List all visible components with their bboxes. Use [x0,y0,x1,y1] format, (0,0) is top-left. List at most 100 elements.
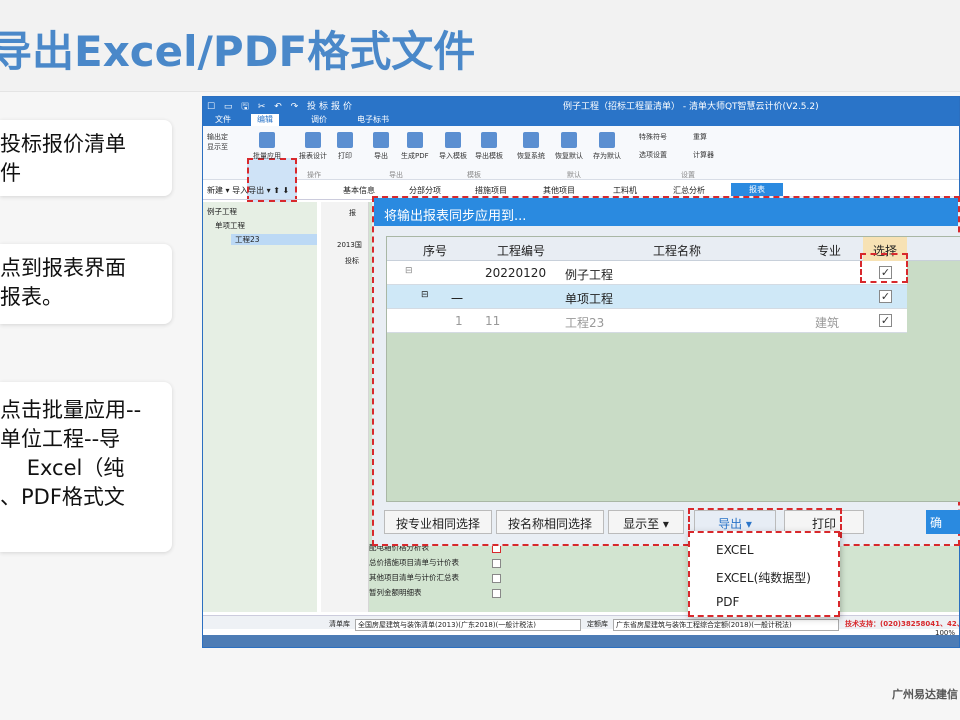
cell-name: 单项工程 [565,292,614,306]
report-design-icon [305,132,321,148]
menu-adjust[interactable]: 调价 [305,114,333,126]
watermark: 广州易达建信 [892,688,958,701]
report-tree-strip: 报 2013国 投标 [321,202,369,612]
col-name: 工程名称 [653,244,702,258]
table-row[interactable]: ⊟ 一 单项工程 ✓ [387,285,907,309]
report-row[interactable]: 其他项目清单与计价汇总表 [369,572,519,587]
ribbon-group-label: 操作 [307,171,321,179]
tab-basic-info[interactable]: 基本信息 [343,185,375,196]
qingdan-select[interactable]: 全国房屋建筑与装饰清单(2013)(广东2018)(一般计税法) [355,619,581,631]
export-ribbon-button[interactable]: 导出 [373,132,389,161]
qingdan-label: 清单库 [329,620,350,628]
tree-item-project[interactable]: 例子工程 [207,206,237,217]
menu-edit[interactable]: 编辑 [251,114,279,126]
tab-reports[interactable]: 报表 [731,183,783,196]
dialog-title: 将输出报表同步应用到... [374,198,958,226]
col-seq: 序号 [423,244,448,258]
project-tree: 例子工程 单项工程 工程23 [203,202,317,612]
window-title: 例子工程（招标工程量清单） - 清单大师QT智慧云计价(V2.5.2) [563,102,819,112]
report-design-button[interactable]: 报表设计 [299,132,327,161]
menu-file[interactable]: 文件 [209,114,237,126]
report-tree-bid[interactable]: 投标 [345,256,359,266]
ribbon-group-label: 默认 [567,171,581,179]
dinge-select[interactable]: 广东省房屋建筑与装饰工程综合定额(2018)(一般计税法) [613,619,839,631]
restore-default-button[interactable]: 恢复默认 [555,132,583,161]
confirm-button[interactable]: 确 [926,510,960,534]
instruction-card-3: 点击批量应用-- 单位工程--导 Excel（纯 、PDF格式文 [0,382,172,552]
ribbon-group-label: 导出 [389,171,403,179]
export-menu-excel-data[interactable]: EXCEL(纯数据型) [716,569,811,586]
show-to-dropdown[interactable]: 显示至 ▾ [608,510,684,534]
pdf-icon [406,132,423,148]
sync-apply-dialog: 将输出报表同步应用到... 序号 工程编号 工程名称 专业 选择 ⊟ 20220… [372,196,960,546]
calculator-button[interactable]: 计算器 [693,150,714,160]
status-bar: 清单库 全国房屋建筑与装饰清单(2013)(广东2018)(一般计税法) 定额库… [203,615,959,631]
tab-divisional-items[interactable]: 分部分项 [409,185,441,196]
restore-system-icon [523,132,539,148]
report-row[interactable]: 暂列金额明细表 [369,587,519,602]
cell-seq: 一 [451,292,464,306]
card-line: 点击批量应用-- [0,398,142,422]
menu-bar: 文件 编辑 调价 电子标书 [203,113,959,126]
table-row[interactable]: ⊟ 20220120 例子工程 ✓ [387,261,907,285]
row-checkbox[interactable]: ✓ [879,290,892,303]
restore-system-button[interactable]: 恢复系统 [517,132,545,161]
slide-header: 导出Excel/PDF格式文件 [0,0,960,92]
recalc-button[interactable]: 重算 [693,132,707,142]
taskbar [203,635,959,647]
import-template-icon [445,132,461,148]
report-checkbox[interactable] [492,559,501,568]
output-setting-button[interactable]: 输出定 显示至 [207,132,228,152]
ribbon-group-label: 设置 [681,171,695,179]
batch-apply-button[interactable]: 批量应用 [253,132,281,161]
card-line: 点到报表界面 [0,256,126,280]
card-line: 、PDF格式文 [0,485,125,509]
select-by-major-button[interactable]: 按专业相同选择 [384,510,492,534]
instruction-card-2: 点到报表界面 报表。 [0,244,172,324]
row-checkbox[interactable]: ✓ [879,314,892,327]
cell-seq: 1 [455,314,463,328]
report-row[interactable]: 总价措施项目清单与计价表 [369,557,519,572]
report-tree-root[interactable]: 2013国 [337,240,362,250]
export-menu-pdf[interactable]: PDF [716,595,739,609]
generate-pdf-button[interactable]: 生成PDF [401,132,429,161]
select-column-highlight [860,253,908,283]
slide-title: 导出Excel/PDF格式文件 [0,27,476,76]
report-list: 配电箱价格分析表 总价措施项目清单与计价表 其他项目清单与计价汇总表 暂列金额明… [369,542,519,602]
export-template-icon [481,132,497,148]
instruction-card-1: 投标报价清单 件 [0,120,172,196]
app-titlebar: ☐ ▭ 🖫 ✂ ↶ ↷ 投标报价 例子工程（招标工程量清单） - 清单大师QT智… [203,97,959,113]
tree-item-unit[interactable]: 工程23 [231,234,317,245]
col-major: 专业 [817,244,842,258]
save-default-icon [599,132,615,148]
save-default-button[interactable]: 存为默认 [593,132,621,161]
collapse-icon[interactable]: ⊟ [421,290,429,300]
menu-ebid[interactable]: 电子标书 [351,114,395,126]
card-line: 投标报价清单 [0,132,126,156]
report-checkbox[interactable] [492,574,501,583]
export-menu: EXCEL EXCEL(纯数据型) PDF [688,531,840,617]
export-template-button[interactable]: 导出模板 [475,132,503,161]
tab-other-items[interactable]: 其他项目 [543,185,575,196]
tab-summary[interactable]: 汇总分析 [673,185,705,196]
collapse-icon[interactable]: ⊟ [405,266,413,276]
tree-item-single[interactable]: 单项工程 [215,220,245,231]
restore-default-icon [561,132,577,148]
tab-materials[interactable]: 工料机 [613,185,637,196]
table-row[interactable]: 1 11 工程23 建筑 ✓ [387,309,907,333]
export-menu-excel[interactable]: EXCEL [716,543,754,557]
cell-code: 20220120 [485,266,547,280]
options-button[interactable]: 选项设置 [639,150,667,160]
print-button[interactable]: 打印 [337,132,353,161]
export-icon [373,132,389,148]
toolbar-new-import[interactable]: 新建 ▾ 导入导出 ▾ ⬆ ⬇ [207,185,289,196]
report-tree-label: 报 [349,209,356,217]
cell-code: 11 [485,314,501,328]
report-checkbox[interactable] [492,589,501,598]
dinge-label: 定额库 [587,620,608,628]
special-symbol-button[interactable]: 特殊符号 [639,132,667,142]
tab-measures[interactable]: 措施项目 [475,185,507,196]
import-template-button[interactable]: 导入模板 [439,132,467,161]
select-by-name-button[interactable]: 按名称相同选择 [496,510,604,534]
card-line: Excel（纯 [0,456,125,480]
